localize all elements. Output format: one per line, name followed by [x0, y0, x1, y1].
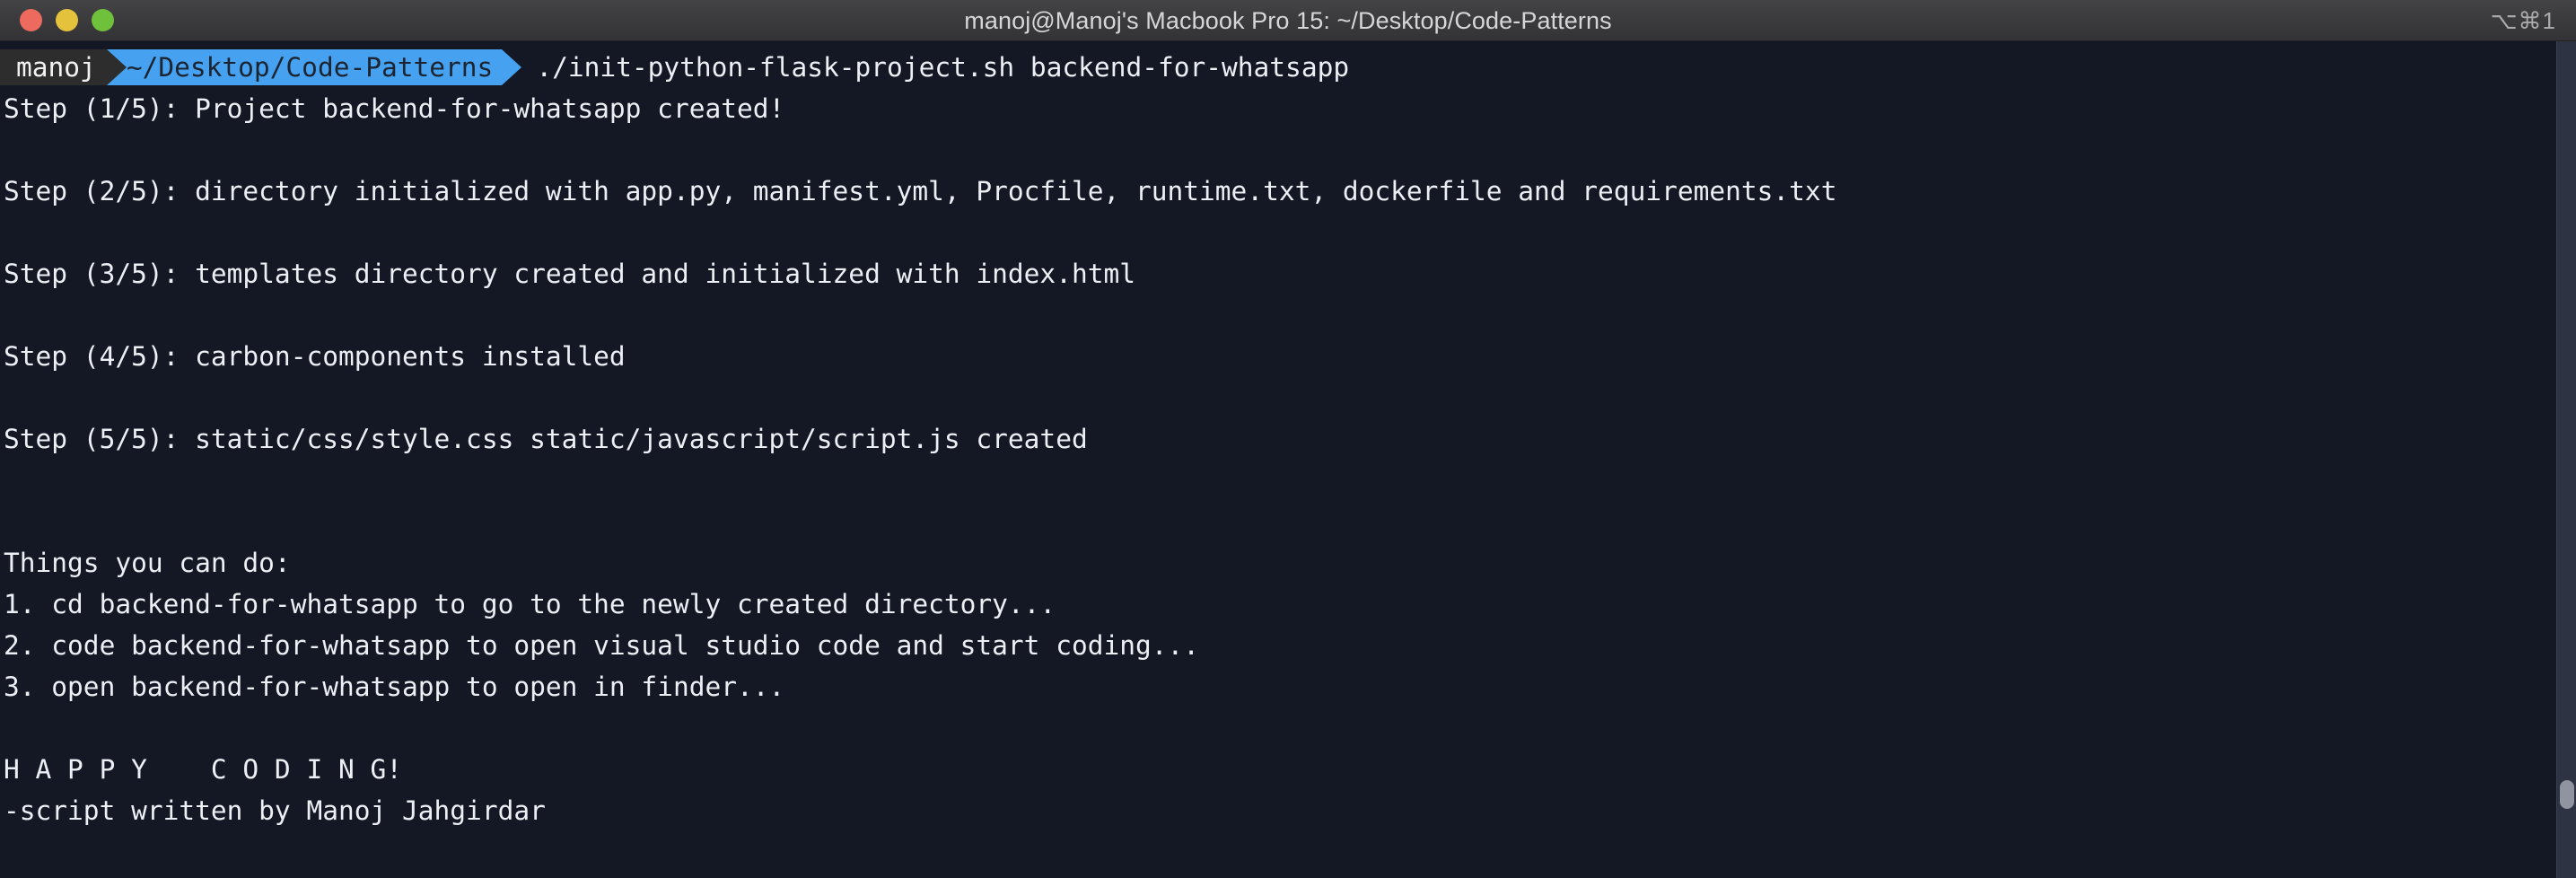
vertical-scrollbar[interactable]	[2556, 41, 2576, 878]
output-line: Things you can do:	[4, 548, 291, 578]
output-line: 3. open backend-for-whatsapp to open in …	[4, 672, 785, 702]
prompt-line: manoj ~/Desktop/Code-Patterns ./init-pyt…	[0, 47, 2576, 88]
prompt-path-segment: ~/Desktop/Code-Patterns	[106, 49, 503, 85]
command-text: ./init-python-flask-project.sh backend-f…	[536, 52, 1350, 83]
output-line: -script written by Manoj Jahgirdar	[4, 795, 546, 826]
prompt-user-segment: manoj	[0, 49, 107, 85]
scrollbar-thumb[interactable]	[2560, 780, 2574, 809]
output-line: Step (2/5): directory initialized with a…	[4, 176, 1837, 206]
terminal-output-area: manoj ~/Desktop/Code-Patterns ./init-pyt…	[0, 41, 2576, 878]
traffic-light-group	[0, 9, 114, 31]
output-line-blank	[0, 501, 2576, 542]
output-line-blank	[0, 460, 2576, 501]
output-line: Step (5/5): static/css/style.css static/…	[4, 424, 1088, 454]
window-shortcut-indicator: ⌥⌘1	[2490, 7, 2556, 34]
output-line-blank	[0, 831, 2576, 873]
output-line: Step (4/5): carbon-components installed	[4, 341, 626, 372]
close-window-button[interactable]	[20, 9, 42, 31]
output-line: 1. cd backend-for-whatsapp to go to the …	[4, 589, 1056, 619]
output-line-blank	[0, 707, 2576, 749]
terminal-window: manoj@Manoj's Macbook Pro 15: ~/Desktop/…	[0, 0, 2576, 878]
output-line-blank	[0, 212, 2576, 253]
window-title: manoj@Manoj's Macbook Pro 15: ~/Desktop/…	[964, 7, 1612, 34]
output-line: Automatically starting the Flask Server …	[0, 873, 2576, 878]
terminal-body[interactable]: manoj ~/Desktop/Code-Patterns ./init-pyt…	[0, 41, 2576, 878]
output-line: 2. code backend-for-whatsapp to open vis…	[4, 630, 1200, 661]
output-line-blank	[0, 129, 2576, 171]
title-bar: manoj@Manoj's Macbook Pro 15: ~/Desktop/…	[0, 0, 2576, 41]
output-line: Step (1/5): Project backend-for-whatsapp…	[4, 93, 785, 124]
output-line: Step (3/5): templates directory created …	[4, 259, 1135, 289]
output-line-blank	[0, 294, 2576, 336]
output-line-blank	[0, 377, 2576, 418]
prompt-path-arrow-icon	[502, 49, 522, 85]
prompt-user-arrow-icon	[106, 49, 127, 85]
minimize-window-button[interactable]	[56, 9, 78, 31]
output-line: H A P P Y C O D I N G!	[4, 754, 403, 785]
maximize-window-button[interactable]	[92, 9, 114, 31]
